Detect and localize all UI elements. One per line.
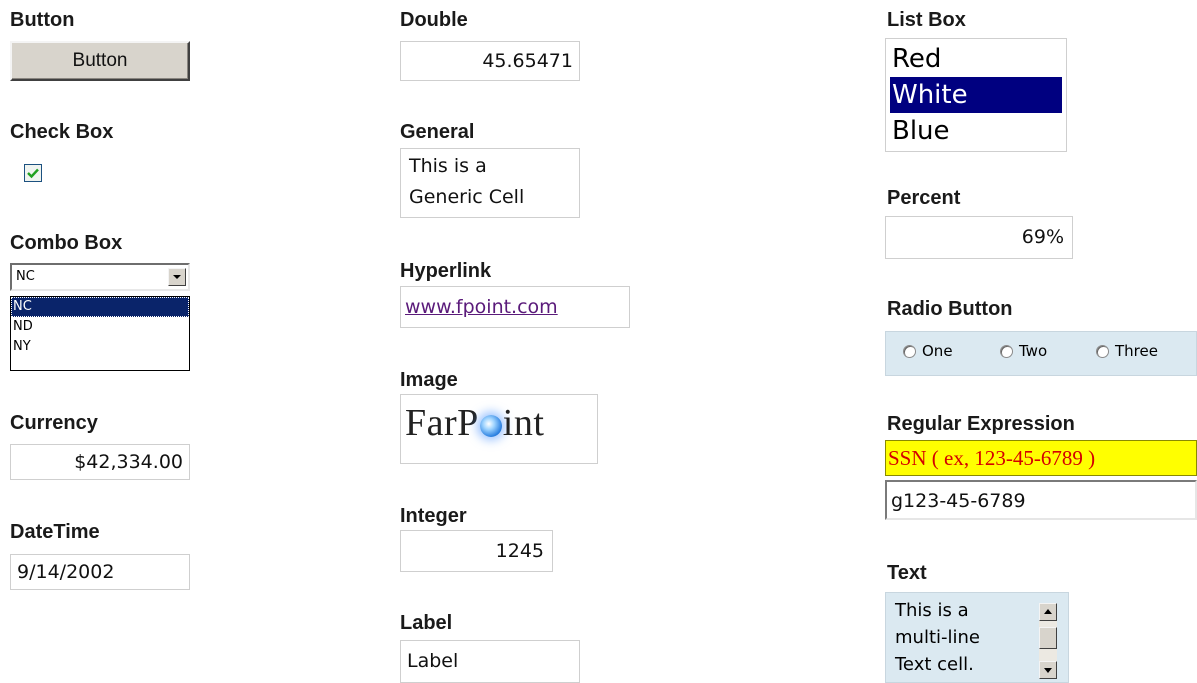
text-line-1: This is a xyxy=(895,600,969,621)
datetime-cell[interactable]: 9/14/2002 xyxy=(10,554,190,590)
image-cell: FarP int xyxy=(400,394,598,464)
radio-circle-icon xyxy=(903,344,916,358)
farpoint-logo: FarP int xyxy=(405,401,544,445)
text-area-content: This is a multi-line Text cell. xyxy=(895,597,1025,678)
checkbox-heading: Check Box xyxy=(10,121,114,143)
hyperlink-link[interactable]: www.fpoint.com xyxy=(405,296,558,318)
radio-option-three-label: Three xyxy=(1115,342,1158,360)
text-line-3: Text cell. xyxy=(895,654,974,675)
combobox-field[interactable]: NC xyxy=(10,263,190,291)
radio-option-one-label: One xyxy=(922,342,953,360)
currency-cell[interactable]: $42,334.00 xyxy=(10,444,190,480)
combobox-option-nd[interactable]: ND xyxy=(11,317,189,337)
scroll-down-button[interactable] xyxy=(1039,661,1057,679)
integer-cell[interactable]: 1245 xyxy=(400,530,553,572)
percent-cell[interactable]: 69% xyxy=(885,216,1073,259)
listbox-heading: List Box xyxy=(887,9,966,31)
logo-o-orb-icon xyxy=(479,415,502,437)
regex-hint-bar: SSN ( ex, 123-45-6789 ) xyxy=(885,440,1197,476)
listbox-item-blue[interactable]: Blue xyxy=(886,113,1066,149)
label-cell: Label xyxy=(400,640,580,683)
radio-circle-icon xyxy=(1000,344,1013,358)
percent-heading: Percent xyxy=(887,187,961,209)
general-cell[interactable]: This is a Generic Cell xyxy=(400,148,580,218)
image-heading: Image xyxy=(400,369,458,391)
integer-heading: Integer xyxy=(400,505,467,527)
general-heading: General xyxy=(400,121,475,143)
regex-input[interactable]: g123-45-6789 xyxy=(885,480,1197,520)
listbox: Red White Blue xyxy=(885,38,1067,152)
text-line-2: multi-line xyxy=(895,627,980,648)
general-line-2: Generic Cell xyxy=(409,186,525,208)
demo-button[interactable]: Button xyxy=(10,41,190,81)
logo-text-start: FarP xyxy=(405,402,479,444)
hyperlink-cell: www.fpoint.com xyxy=(400,286,630,328)
combobox-dropdown-list: NC ND NY xyxy=(10,296,190,371)
scrollbar-thumb[interactable] xyxy=(1039,627,1057,649)
datetime-heading: DateTime xyxy=(10,521,100,543)
currency-heading: Currency xyxy=(10,412,98,434)
radio-option-two[interactable]: Two xyxy=(1000,342,1047,360)
double-cell[interactable]: 45.65471 xyxy=(400,41,580,81)
chevron-down-icon xyxy=(173,275,181,279)
combobox-option-nc[interactable]: NC xyxy=(11,297,189,317)
radio-heading: Radio Button xyxy=(887,298,1013,320)
combobox-heading: Combo Box xyxy=(10,232,123,254)
radio-option-three[interactable]: Three xyxy=(1096,342,1158,360)
checkmark-icon xyxy=(27,168,39,179)
arrow-up-icon xyxy=(1044,609,1052,614)
combobox-option-ny[interactable]: NY xyxy=(11,337,189,357)
text-heading: Text xyxy=(887,562,927,584)
radio-group: One Two Three xyxy=(885,331,1197,376)
combobox-value: NC xyxy=(16,269,35,284)
radio-option-two-label: Two xyxy=(1019,342,1048,360)
label-heading: Label xyxy=(400,612,453,634)
button-heading: Button xyxy=(10,9,75,31)
arrow-down-icon xyxy=(1044,668,1052,673)
logo-text-end: int xyxy=(502,402,545,444)
combobox-arrow-button[interactable] xyxy=(168,268,186,286)
scroll-up-button[interactable] xyxy=(1039,603,1057,621)
general-line-1: This is a xyxy=(409,155,487,177)
radio-option-one[interactable]: One xyxy=(903,342,953,360)
text-area[interactable]: This is a multi-line Text cell. xyxy=(885,592,1069,683)
double-heading: Double xyxy=(400,9,468,31)
listbox-item-white[interactable]: White xyxy=(890,77,1062,113)
regex-heading: Regular Expression xyxy=(887,413,1075,435)
radio-circle-icon xyxy=(1096,344,1109,358)
hyperlink-heading: Hyperlink xyxy=(400,260,492,282)
listbox-item-red[interactable]: Red xyxy=(886,41,1066,77)
demo-checkbox[interactable] xyxy=(24,164,42,182)
